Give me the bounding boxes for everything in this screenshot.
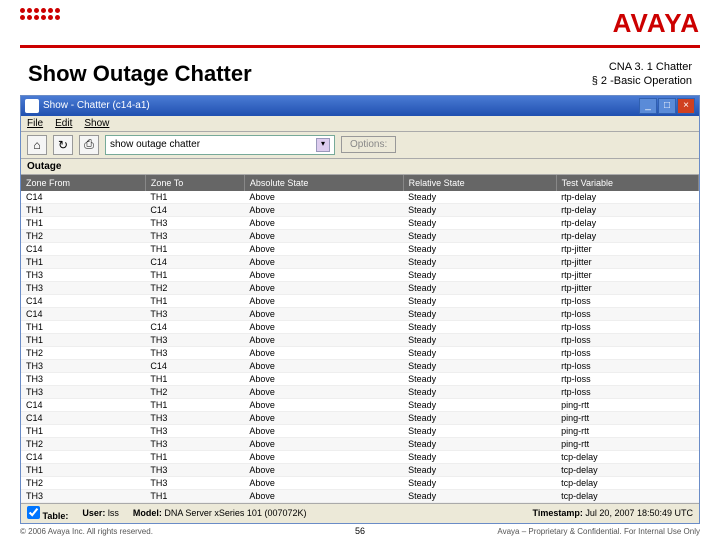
brand-dots [20,8,60,20]
table-row[interactable]: TH1TH3AboveSteadytcp-delay [21,463,699,476]
copyright: © 2006 Avaya Inc. All rights reserved. [20,527,153,536]
slide-title: Show Outage Chatter [28,61,252,87]
table-row[interactable]: TH1C14AboveSteadyrtp-loss [21,320,699,333]
table-row[interactable]: TH1C14AboveSteadyrtp-jitter [21,255,699,268]
divider [20,45,700,48]
column-header: Zone To [145,175,244,191]
table-row[interactable]: C14TH1AboveSteadyping-rtt [21,398,699,411]
menu-file[interactable]: File [27,118,43,129]
table-row[interactable]: TH2TH3AboveSteadyrtp-loss [21,346,699,359]
table-row[interactable]: C14TH1AboveSteadyrtp-loss [21,294,699,307]
table-row[interactable]: TH1TH3AboveSteadyrtp-delay [21,216,699,229]
column-header: Zone From [21,175,145,191]
table-row[interactable]: C14TH1AboveSteadytcp-delay [21,450,699,463]
command-combo[interactable]: show outage chatter ▾ [105,135,335,155]
window-titlebar: Show - Chatter (c14-a1) _ □ × [21,96,699,116]
status-bar: Table: User: lss Model: DNA Server xSeri… [21,503,699,523]
table-row[interactable]: TH3C14AboveSteadyrtp-loss [21,359,699,372]
table-row[interactable]: C14TH3AboveSteadyping-rtt [21,411,699,424]
table-row[interactable]: TH3TH2AboveSteadyrtp-loss [21,385,699,398]
avaya-logo: AVAYA [613,8,700,39]
table-row[interactable]: TH1TH3AboveSteadyrtp-loss [21,333,699,346]
section-label: Outage [21,159,699,175]
print-icon[interactable]: ⎙ [79,135,99,155]
table-row[interactable]: TH3TH1AboveSteadyrtp-loss [21,372,699,385]
table-row[interactable]: TH1C14AboveSteadyrtp-delay [21,203,699,216]
page-number: 56 [355,526,365,536]
outage-table: Zone FromZone ToAbsolute StateRelative S… [21,175,699,503]
close-button[interactable]: × [677,98,695,114]
table-row[interactable]: TH3TH1AboveSteadyrtp-jitter [21,268,699,281]
table-checkbox[interactable] [27,506,40,519]
table-row[interactable]: C14TH1AboveSteadyrtp-jitter [21,242,699,255]
menu-bar: File Edit Show [21,116,699,132]
menu-show[interactable]: Show [84,118,109,129]
window-icon [25,99,39,113]
table-row[interactable]: TH2TH3AboveSteadyping-rtt [21,437,699,450]
column-header: Test Variable [556,175,698,191]
menu-edit[interactable]: Edit [55,118,72,129]
column-header: Relative State [403,175,556,191]
app-window: Show - Chatter (c14-a1) _ □ × File Edit … [20,95,700,524]
home-icon[interactable]: ⌂ [27,135,47,155]
refresh-icon[interactable]: ↻ [53,135,73,155]
table-row[interactable]: C14TH1AboveSteadyrtp-delay [21,191,699,204]
maximize-button[interactable]: □ [658,98,676,114]
minimize-button[interactable]: _ [639,98,657,114]
toolbar: ⌂ ↻ ⎙ show outage chatter ▾ Options: [21,132,699,159]
table-row[interactable]: C14TH3AboveSteadyrtp-loss [21,307,699,320]
slide-subtitle: CNA 3. 1 Chatter § 2 -Basic Operation [592,60,692,89]
table-row[interactable]: TH2TH3AboveSteadytcp-delay [21,476,699,489]
options-button[interactable]: Options: [341,136,396,153]
column-header: Absolute State [244,175,403,191]
table-row[interactable]: TH3TH2AboveSteadyrtp-jitter [21,281,699,294]
window-title: Show - Chatter (c14-a1) [43,100,150,111]
table-row[interactable]: TH2TH3AboveSteadyrtp-delay [21,229,699,242]
chevron-down-icon[interactable]: ▾ [316,138,330,152]
table-row[interactable]: TH1TH3AboveSteadyping-rtt [21,424,699,437]
confidential: Avaya – Proprietary & Confidential. For … [497,527,700,536]
table-row[interactable]: TH3TH1AboveSteadytcp-delay [21,489,699,502]
